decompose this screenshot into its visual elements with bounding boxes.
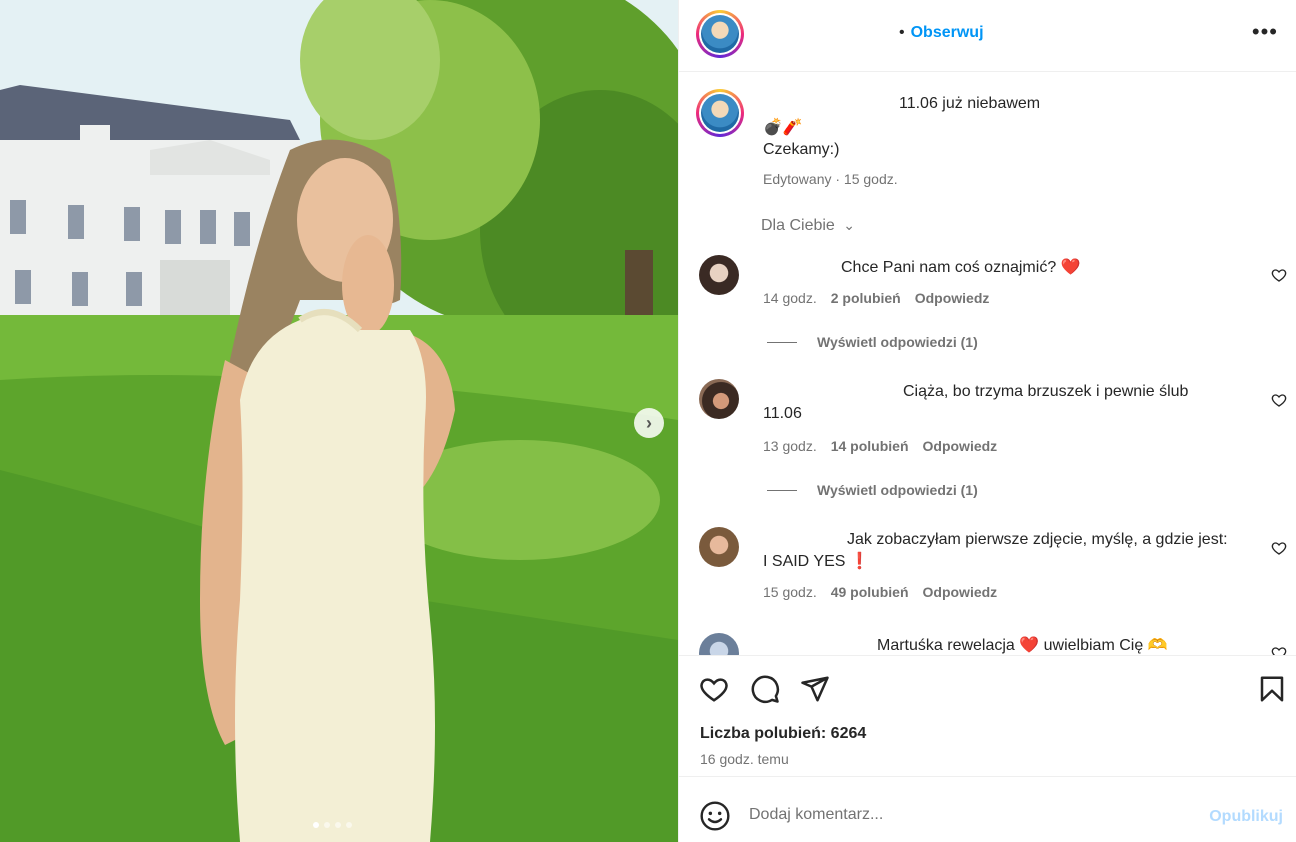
replies-divider [767,341,797,343]
chevron-down-icon: ⌄ [843,217,855,233]
post-details-panel: • Obserwuj ••• 11.06 już niebawem 💣🧨 Czek… [678,0,1296,842]
more-options-icon[interactable]: ••• [1252,21,1278,43]
follow-label: Obserwuj [910,24,984,41]
comment-likes[interactable]: 14 polubień [831,438,909,454]
carousel-dot [313,822,319,828]
comment-bubble-icon[interactable] [750,674,780,704]
comment-text-line: Jak zobaczyłam pierwsze zdjęcie, myślę, … [847,531,1228,548]
comment-text: Jak zobaczyłam pierwsze zdjęcie, myślę, … [763,529,1263,573]
comment-time: 15 godz. [763,584,817,600]
comment-likes[interactable]: 49 polubień [831,584,909,600]
comment-meta: 15 godz. 49 polubień Odpowiedz [763,584,997,600]
follow-button[interactable]: • Obserwuj [899,24,984,42]
carousel-dot [346,822,352,828]
filter-label: Dla Ciebie [761,217,835,234]
view-replies-label: Wyświetl odpowiedzi (1) [817,334,978,350]
view-replies-button[interactable]: Wyświetl odpowiedzi (1) [767,482,978,498]
add-comment-bar: Opublikuj [679,778,1296,842]
commenter-avatar[interactable] [699,255,739,295]
comment-text-line: I SAID YES ❗ [763,553,870,570]
commenter-avatar[interactable] [699,527,739,567]
comment-text-line: Ciąża, bo trzyma brzuszek i pewnie ślub [903,383,1189,400]
post-time: 16 godz. temu [700,751,789,767]
comment-text: Martuśka rewelacja ❤️ uwielbiam Cię 🫶 [877,637,1168,654]
emoji-picker-icon[interactable] [699,800,731,832]
view-replies-button[interactable]: Wyświetl odpowiedzi (1) [767,334,978,350]
post-header: • Obserwuj ••• [679,0,1296,72]
likes-count[interactable]: Liczba polubień: 6264 [700,725,866,743]
carousel-dots [313,822,352,828]
caption-author-avatar[interactable] [696,89,744,137]
commenter-avatar[interactable] [699,633,739,655]
comment-text-line: 11.06 [763,405,802,422]
replies-divider [767,489,797,491]
comment-likes[interactable]: 2 polubień [831,290,901,306]
post-photo[interactable]: › [0,0,678,842]
commenter-avatar[interactable] [699,379,739,419]
comment-text: Ciąża, bo trzyma brzuszek i pewnie ślub … [763,381,1263,425]
caption-title: 11.06 już niebawem [899,95,1041,112]
share-send-icon[interactable] [800,674,830,704]
comment-input[interactable] [749,806,1189,824]
separator-bullet: • [899,24,905,41]
reply-button[interactable]: Odpowiedz [923,438,998,454]
like-heart-icon[interactable] [699,674,729,704]
like-comment-heart-icon[interactable] [1271,645,1287,655]
photo-illustration [0,0,678,842]
publish-button[interactable]: Opublikuj [1209,808,1283,826]
carousel-next-icon[interactable]: › [634,408,664,438]
carousel-dot [335,822,341,828]
view-replies-label: Wyświetl odpowiedzi (1) [817,482,978,498]
like-comment-heart-icon[interactable] [1271,540,1287,556]
comment-time: 13 godz. [763,438,817,454]
comments-filter-dropdown[interactable]: Dla Ciebie ⌄ [761,217,855,235]
author-avatar[interactable] [696,10,744,58]
comment-meta: 14 godz. 2 polubień Odpowiedz [763,290,989,306]
save-bookmark-icon[interactable] [1257,674,1287,704]
comments-scroll-area[interactable]: 11.06 już niebawem 💣🧨 Czekamy:) Edytowan… [679,73,1296,655]
like-comment-heart-icon[interactable] [1271,392,1287,408]
comment-time: 14 godz. [763,290,817,306]
caption-text: Czekamy:) [763,141,840,158]
caption-emoji: 💣🧨 [763,119,803,136]
comment-meta: 13 godz. 14 polubień Odpowiedz [763,438,997,454]
post-actions: Liczba polubień: 6264 16 godz. temu [679,655,1296,777]
reply-button[interactable]: Odpowiedz [915,290,990,306]
carousel-dot [324,822,330,828]
caption-meta: Edytowany · 15 godz. [763,171,898,187]
like-comment-heart-icon[interactable] [1271,267,1287,283]
reply-button[interactable]: Odpowiedz [923,584,998,600]
comment-text: Chce Pani nam coś oznajmić? ❤️ [841,259,1081,276]
